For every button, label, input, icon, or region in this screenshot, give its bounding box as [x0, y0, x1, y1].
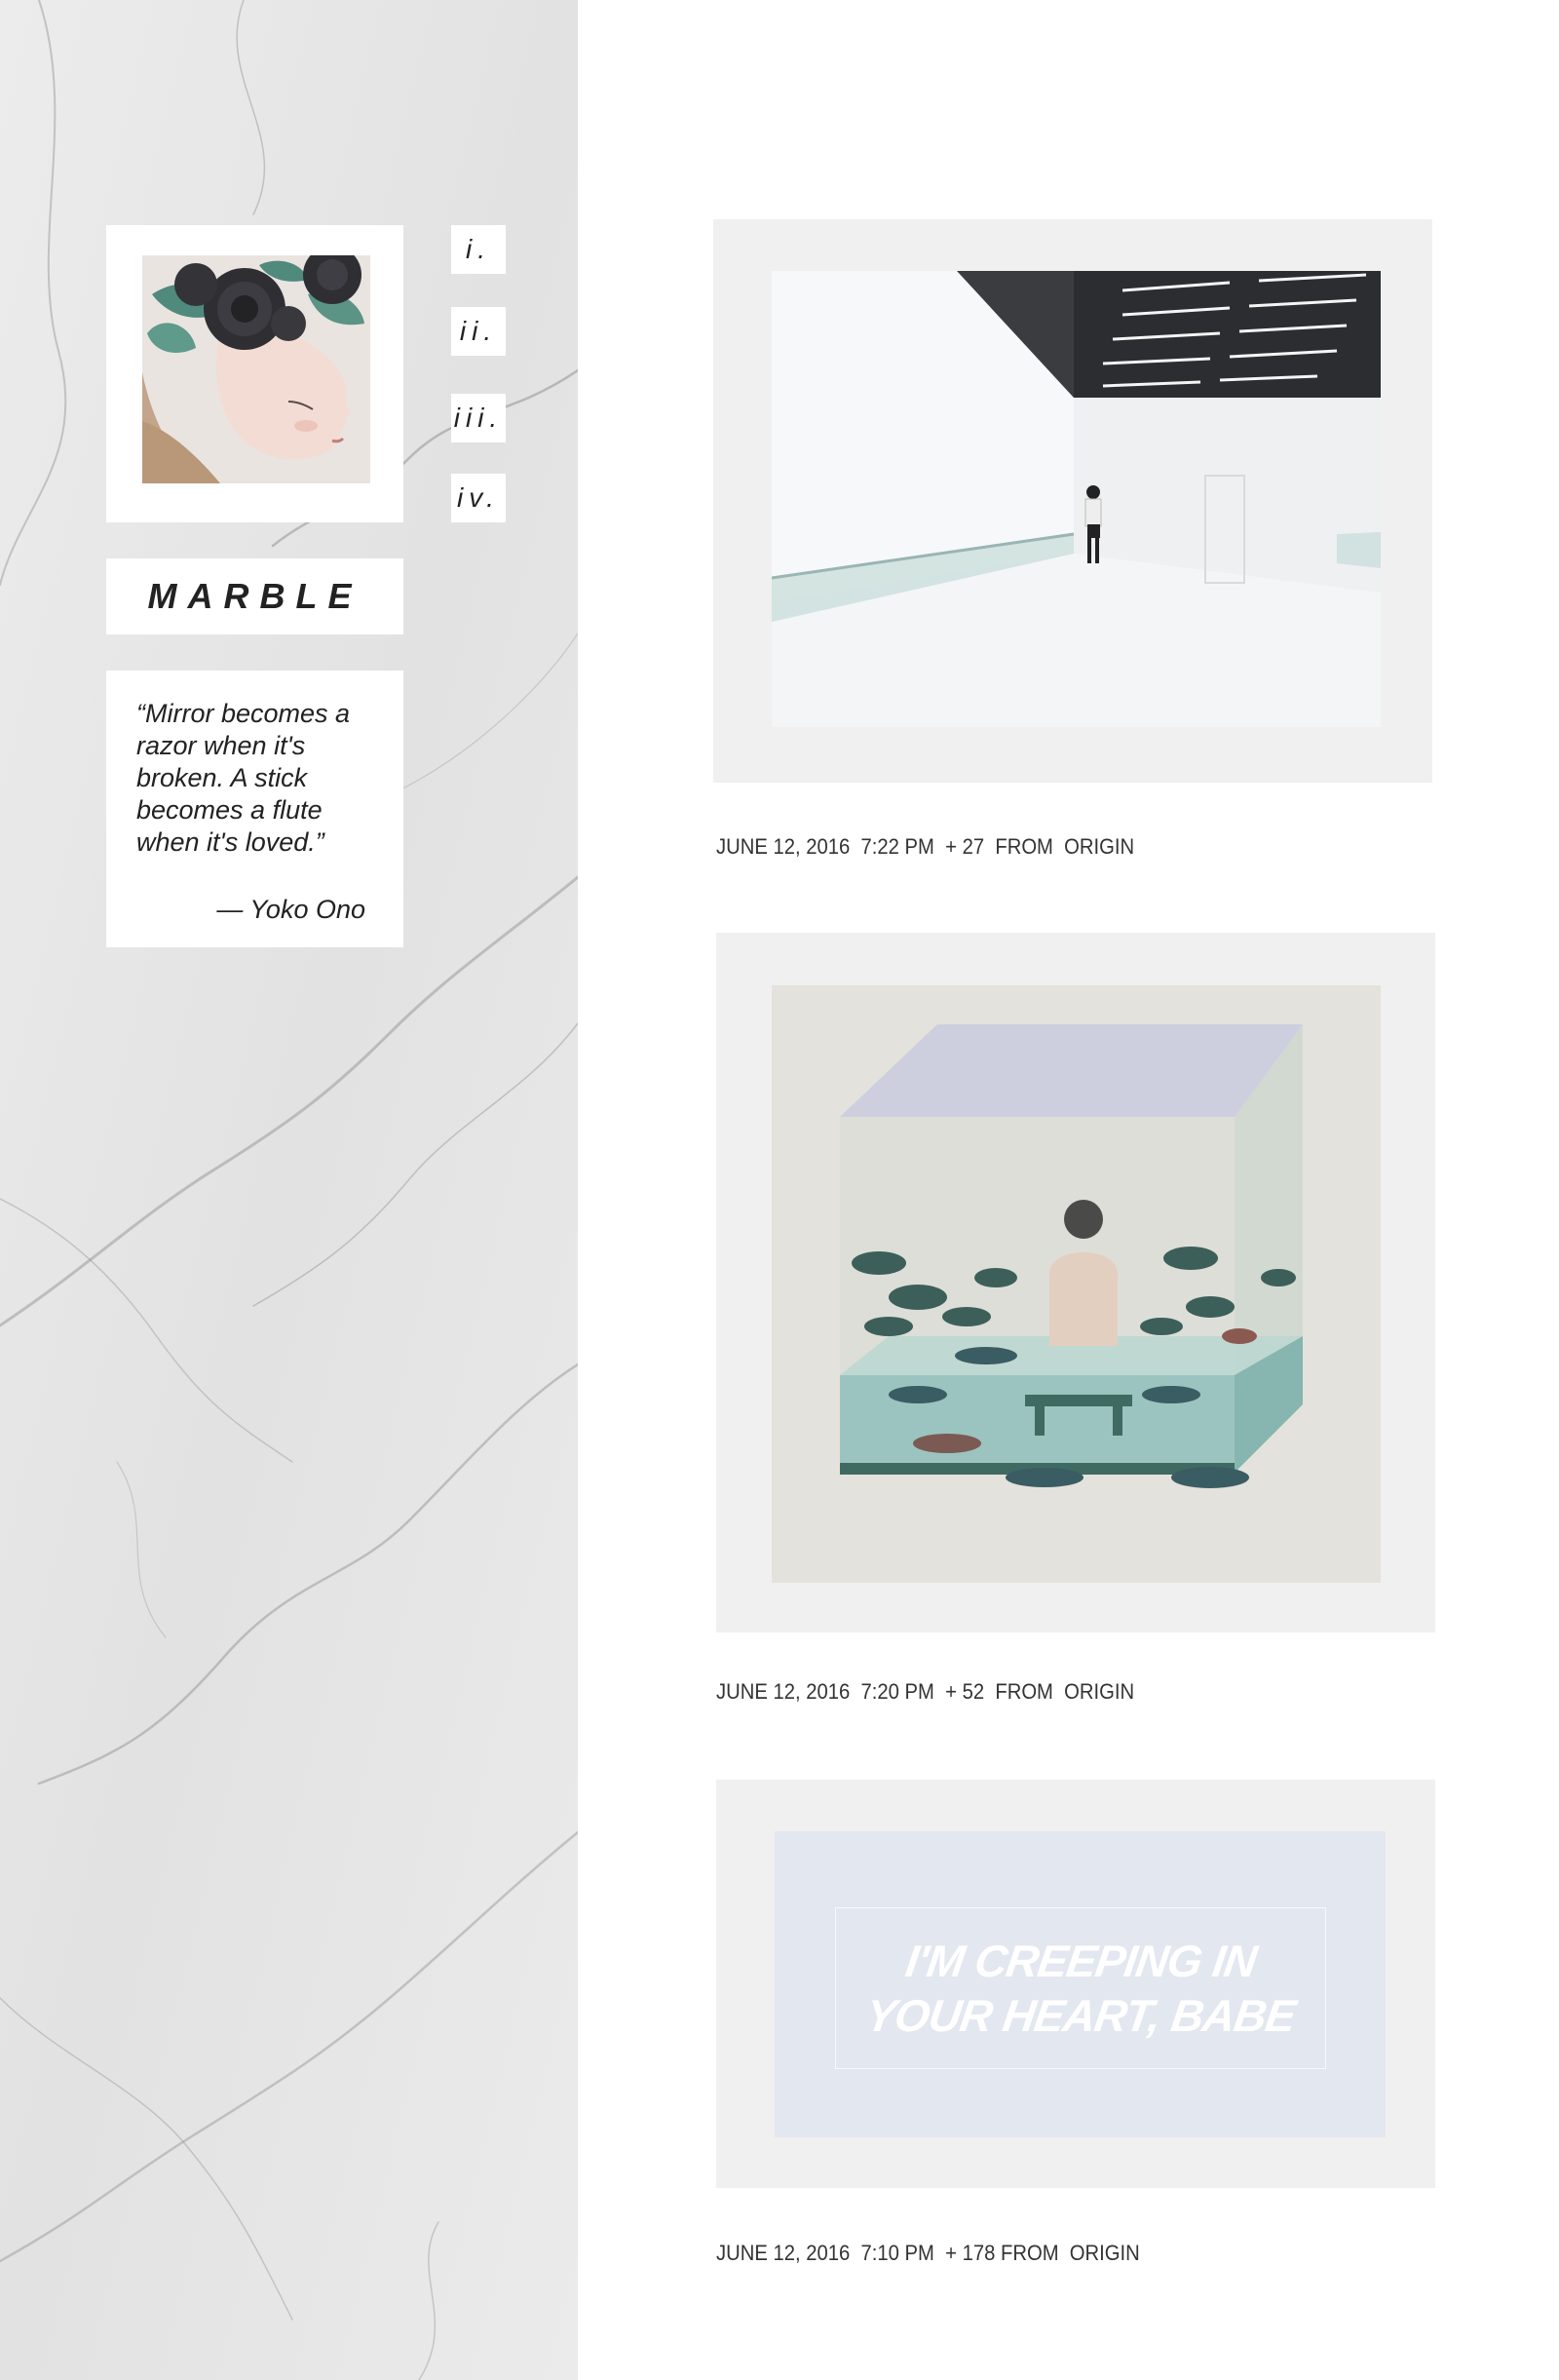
quote-box: “Mirror becomes a razor when it's broken…	[106, 671, 403, 947]
nav-item-i[interactable]: i.	[451, 225, 506, 274]
post-meta: JUNE 12, 2016 7:20 PM + 52 FROM ORIGIN	[716, 1679, 1135, 1704]
nav-item-ii[interactable]: ii.	[451, 307, 506, 356]
quote-card-line-1: I'M CREEPING IN	[901, 1936, 1260, 1986]
white-hall-photo[interactable]	[772, 271, 1381, 727]
quote-card-line-2: YOUR HEART, BABE	[862, 1990, 1299, 2041]
post-meta: JUNE 12, 2016 7:10 PM + 178 FROM ORIGIN	[716, 2241, 1140, 2265]
brand-title: MARBLE	[147, 576, 362, 616]
quote-text: “Mirror becomes a razor when it's broken…	[136, 699, 351, 857]
sidebar: i. ii. iii. iv. MARBLE “Mirror becomes a…	[0, 0, 578, 2380]
aquarium-painting[interactable]	[772, 985, 1381, 1583]
quote-graphic[interactable]: I'M CREEPING IN YOUR HEART, BABE	[775, 1831, 1386, 2137]
nav-item-iii[interactable]: iii.	[451, 394, 506, 442]
quote-card: I'M CREEPING IN YOUR HEART, BABE	[835, 1907, 1326, 2069]
nav-item-iv[interactable]: iv.	[451, 474, 506, 522]
post-frame	[716, 933, 1435, 1632]
quote-author: — Yoko Ono	[216, 895, 365, 924]
brand-box: MARBLE	[106, 558, 403, 634]
post-frame	[713, 219, 1432, 783]
portrait-illustration	[142, 255, 370, 483]
avatar-frame	[106, 225, 403, 522]
post-frame: I'M CREEPING IN YOUR HEART, BABE	[716, 1780, 1435, 2188]
post-meta: JUNE 12, 2016 7:22 PM + 27 FROM ORIGIN	[716, 834, 1135, 859]
